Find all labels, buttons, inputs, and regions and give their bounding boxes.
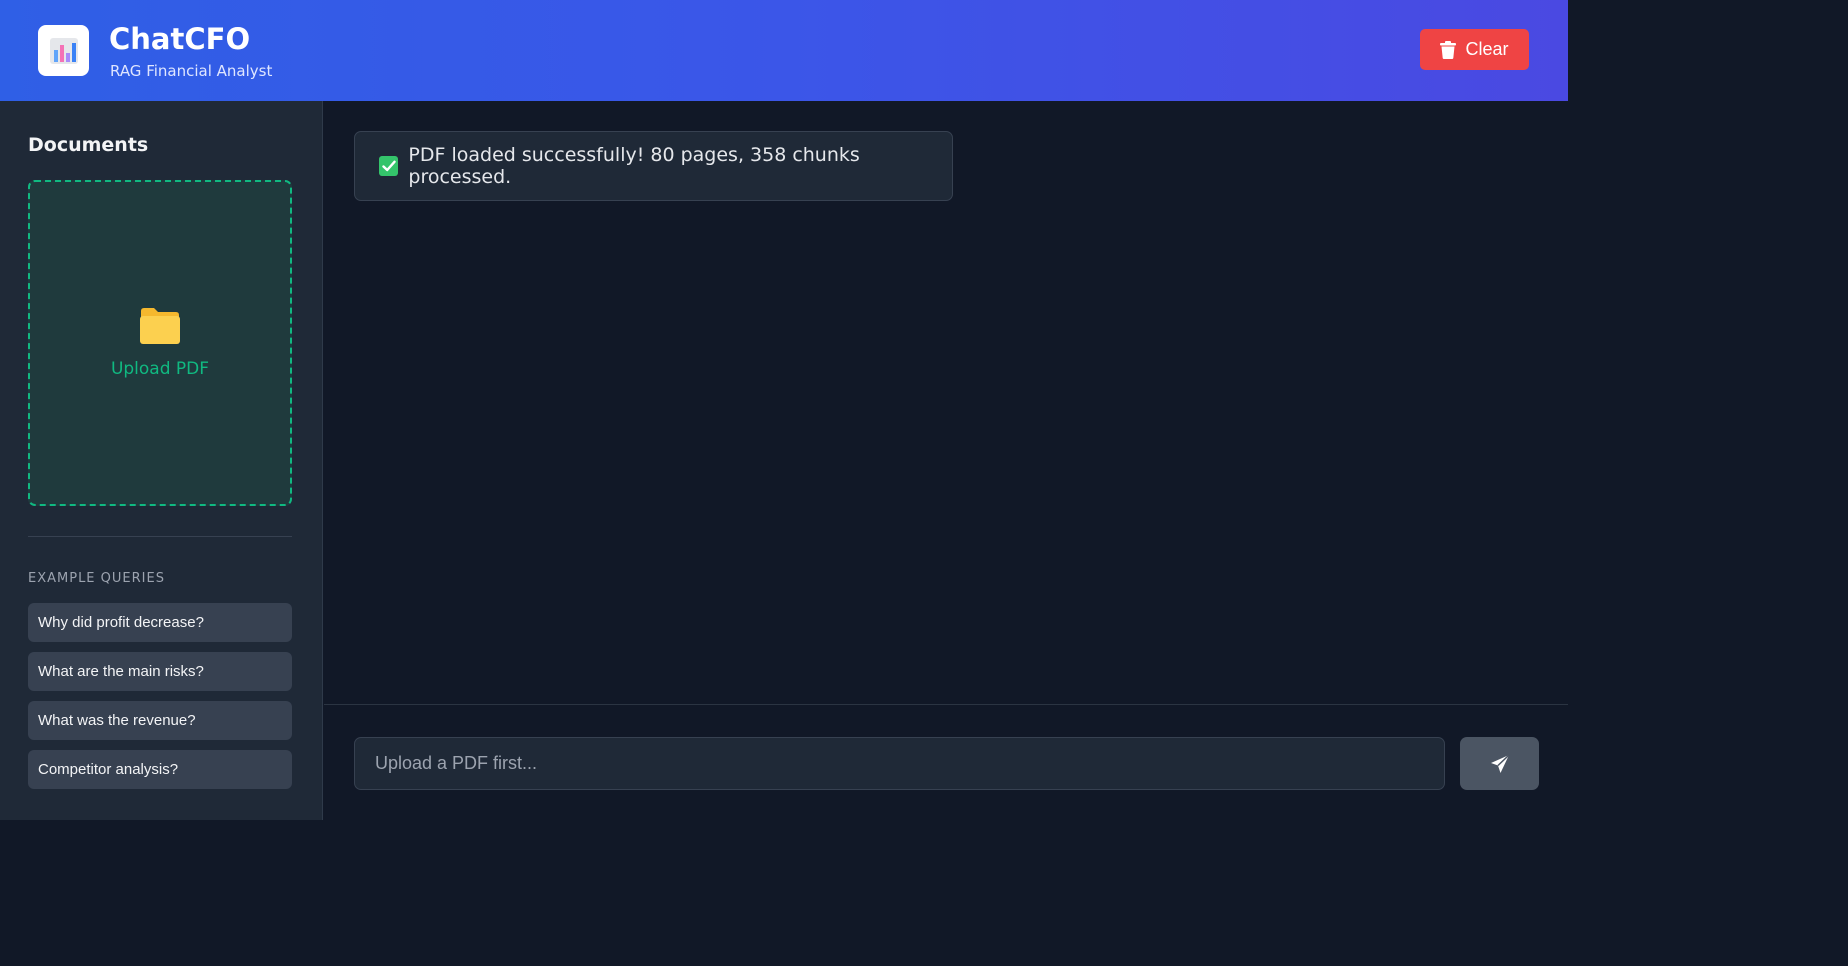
send-button[interactable] (1460, 737, 1539, 790)
folder-icon (140, 308, 180, 344)
bar-chart-icon (49, 37, 78, 64)
upload-pdf-dropzone[interactable]: Upload PDF (28, 180, 292, 506)
system-message: PDF loaded successfully! 80 pages, 358 c… (354, 131, 953, 201)
clear-button-label: Clear (1465, 39, 1509, 59)
send-icon (1490, 753, 1510, 773)
trash-icon (1440, 40, 1457, 59)
example-queries-title: EXAMPLE QUERIES (28, 571, 165, 586)
app-logo (38, 25, 89, 76)
system-message-text: PDF loaded successfully! 80 pages, 358 c… (408, 144, 860, 188)
check-icon (379, 156, 399, 176)
documents-title: Documents (28, 134, 149, 156)
app-header: ChatCFO RAG Financial Analyst Clear (0, 0, 1568, 101)
example-query-button[interactable]: What was the revenue? (28, 701, 292, 740)
sidebar-divider (28, 536, 292, 537)
chat-input[interactable] (354, 737, 1445, 790)
app-title: ChatCFO (109, 22, 251, 56)
chat-input-bar (324, 704, 1568, 820)
example-query-button[interactable]: Competitor analysis? (28, 750, 292, 789)
upload-pdf-label: Upload PDF (110, 359, 210, 379)
clear-button[interactable]: Clear (1420, 29, 1529, 70)
app-subtitle: RAG Financial Analyst (110, 62, 273, 80)
example-query-button[interactable]: What are the main risks? (28, 652, 292, 691)
example-query-button[interactable]: Why did profit decrease? (28, 603, 292, 642)
chat-area: PDF loaded successfully! 80 pages, 358 c… (324, 101, 1568, 704)
sidebar: Documents Upload PDF EXAMPLE QUERIES Why… (0, 101, 323, 820)
